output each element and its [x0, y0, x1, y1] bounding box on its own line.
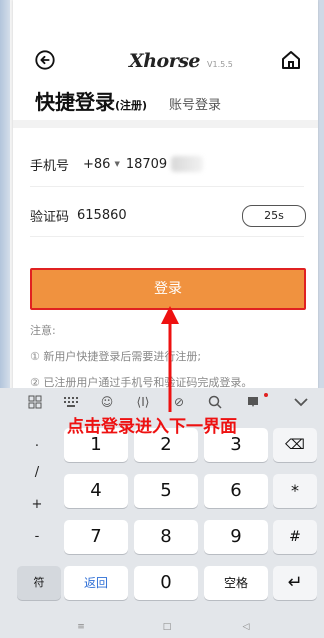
phone-underline: [30, 186, 304, 187]
section-divider: [13, 120, 318, 128]
annotation-arrow-icon: [161, 306, 179, 412]
key-6[interactable]: 6: [204, 474, 268, 508]
tab-quick-login-suffix: (注册): [115, 99, 148, 112]
key-8[interactable]: 8: [134, 520, 198, 554]
key-9[interactable]: 9: [204, 520, 268, 554]
key-backspace[interactable]: ⌫: [273, 428, 317, 462]
code-label: 验证码: [30, 209, 70, 225]
key-4[interactable]: 4: [64, 474, 128, 508]
key-hash[interactable]: #: [273, 520, 317, 554]
keyboard-icon[interactable]: [63, 395, 79, 409]
back-arrow-icon[interactable]: [34, 49, 56, 71]
key-symbols[interactable]: 符: [17, 566, 61, 600]
notes: 注意: ① 新用户快捷登录后需要进行注册; ② 已注册用户通过手机号和验证码完成…: [30, 318, 252, 396]
redacted-phone-digits: [171, 156, 204, 172]
key-5[interactable]: 5: [134, 474, 198, 508]
nav-home-icon[interactable]: □: [161, 622, 173, 632]
xhorse-logo: Xhorse: [129, 50, 201, 72]
tab-quick-login-label: 快捷登录: [35, 90, 115, 114]
key-0[interactable]: 0: [134, 566, 198, 600]
notification-dot: [264, 393, 268, 397]
phone-row: 手机号 +86 ▼ 18709: [30, 147, 300, 181]
header: Xhorse V1.5.5 快捷登录(注册) 账号登录: [13, 0, 318, 118]
key-enter[interactable]: ↵: [273, 566, 317, 600]
nav-menu-icon[interactable]: ≡: [75, 622, 87, 632]
cursor-icon[interactable]: ⟨I⟩: [135, 395, 151, 409]
nav-back-icon[interactable]: ◁: [240, 622, 252, 632]
tab-account-login[interactable]: 账号登录: [169, 94, 221, 113]
key-space[interactable]: 空格: [204, 566, 268, 600]
resend-timer-button[interactable]: 25s: [242, 205, 306, 227]
search-icon[interactable]: [207, 395, 223, 409]
phone-input[interactable]: 18709: [126, 157, 167, 172]
tab-quick-login[interactable]: 快捷登录(注册): [35, 86, 147, 115]
key-return[interactable]: 返回: [64, 566, 128, 600]
dropdown-caret-icon[interactable]: ▼: [114, 160, 119, 168]
emoji-icon[interactable]: ☺: [99, 395, 115, 409]
key-plus[interactable]: +: [15, 490, 59, 520]
grid-icon[interactable]: [27, 395, 43, 409]
code-input[interactable]: 615860: [77, 208, 127, 223]
collapse-keyboard-icon[interactable]: [293, 395, 309, 409]
system-nav-bar: ≡ □ ◁: [0, 618, 324, 638]
key-minus[interactable]: -: [15, 522, 59, 552]
key-7[interactable]: 7: [64, 520, 128, 554]
home-icon[interactable]: [279, 48, 303, 72]
annotation-text: 点击登录进入下一界面: [67, 417, 237, 437]
app-version: V1.5.5: [207, 60, 233, 69]
note-new-user: ① 新用户快捷登录后需要进行注册;: [30, 350, 202, 363]
notification-icon[interactable]: [245, 395, 261, 409]
key-slash[interactable]: /: [15, 458, 59, 488]
key-asterisk[interactable]: *: [273, 474, 317, 508]
phone-label: 手机号: [30, 158, 70, 174]
key-period[interactable]: .: [15, 428, 59, 458]
code-underline: [30, 236, 304, 237]
notes-title: 注意:: [30, 324, 56, 337]
country-code-select[interactable]: +86: [83, 157, 110, 172]
